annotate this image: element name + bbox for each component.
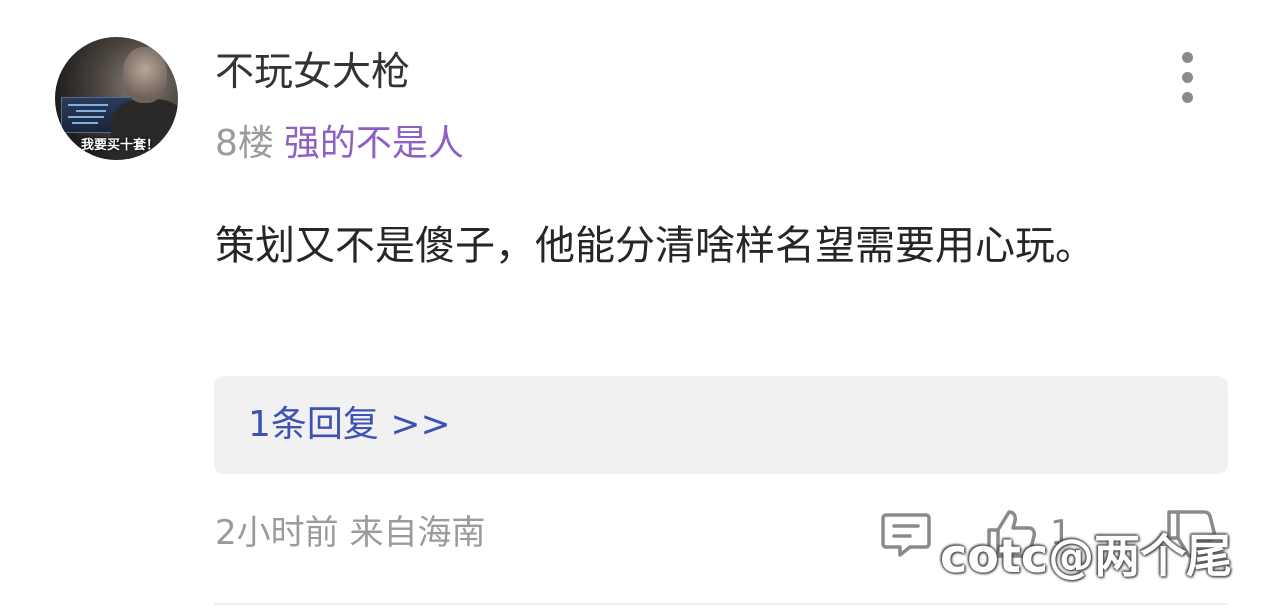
post-content: 策划又不是傻子，他能分清啥样名望需要用心玩。 [215, 223, 1095, 269]
avatar-figure-head [123, 47, 167, 103]
reply-link[interactable]: 1条回复 >> [248, 402, 451, 448]
reply-preview-box[interactable]: 1条回复 >> [214, 376, 1228, 474]
username[interactable]: 不玩女大枪 [215, 48, 410, 98]
divider [214, 603, 1228, 605]
user-title-badge: 强的不是人 [283, 123, 464, 164]
watermark-text: @两个尾 [1048, 529, 1233, 583]
avatar-caption: 我要买十套！ [81, 138, 160, 153]
comment-icon[interactable] [880, 510, 932, 560]
post-time-location: 2小时前 来自海南 [215, 513, 486, 553]
watermark: cotc@两个尾 [940, 528, 1232, 584]
floor-number: 8楼 [215, 123, 274, 164]
watermark-logo: cotc [940, 529, 1049, 583]
post-meta: 8楼 强的不是人 [215, 120, 464, 168]
avatar[interactable]: 我要买十套！ [55, 37, 178, 160]
more-vertical-icon[interactable] [1168, 50, 1208, 104]
